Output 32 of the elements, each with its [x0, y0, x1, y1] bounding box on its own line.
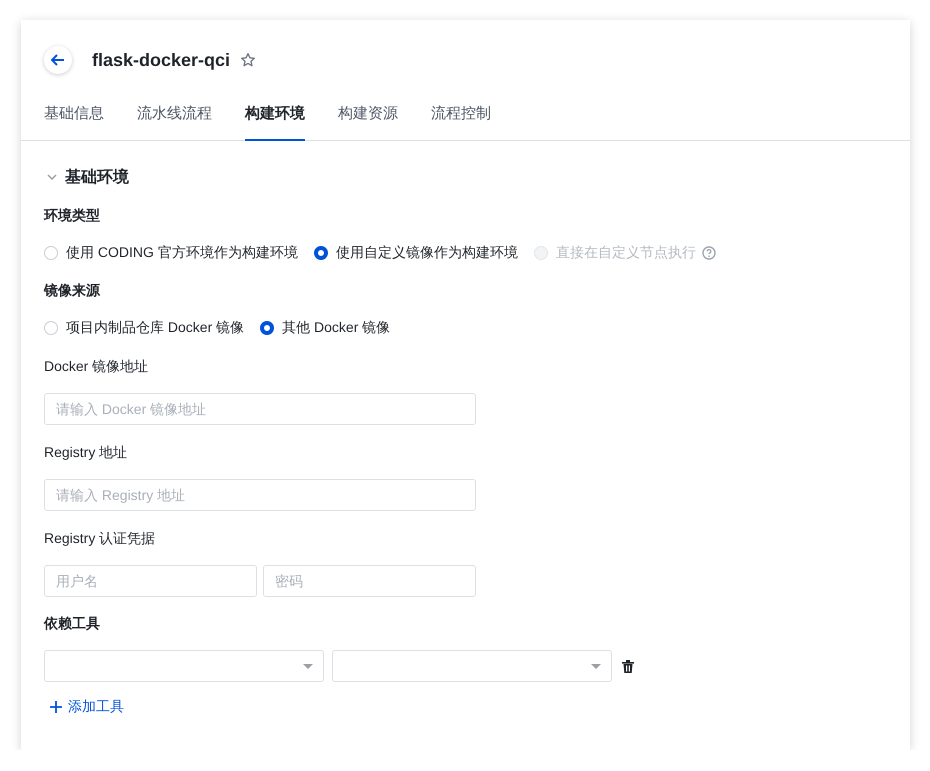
input-field[interactable]: 密码	[263, 565, 476, 597]
input-field[interactable]: 用户名	[44, 565, 257, 597]
caret-icon	[591, 664, 601, 668]
field-label: Docker 镜像地址	[44, 357, 150, 376]
section-title: 基础环境	[65, 167, 129, 188]
tab[interactable]: 流程控制	[431, 97, 491, 141]
tab[interactable]: 构建资源	[338, 97, 398, 141]
radio-option[interactable]: 使用 CODING 官方环境作为构建环境	[44, 244, 298, 262]
input-field[interactable]: 请输入 Docker 镜像地址	[44, 393, 476, 425]
field-label: Registry 地址	[44, 443, 128, 462]
back-button[interactable]	[44, 46, 72, 74]
tab[interactable]: 构建环境	[245, 97, 305, 141]
field-label: 依赖工具	[44, 614, 101, 633]
chevron-icon[interactable]	[47, 174, 57, 180]
tab[interactable]: 流水线流程	[137, 97, 212, 141]
field-label: 镜像来源	[44, 281, 102, 300]
field-label: 环境类型	[44, 206, 101, 225]
input-field[interactable]: 请输入 Registry 地址	[44, 479, 476, 511]
arrow-icon	[51, 54, 65, 66]
tab[interactable]: 基础信息	[44, 97, 104, 141]
select-field[interactable]	[332, 650, 612, 682]
select-field[interactable]	[44, 650, 324, 682]
add-tool-button[interactable]: 添加工具	[44, 698, 124, 716]
caret-icon	[303, 664, 313, 668]
delete-icon[interactable]	[622, 660, 634, 672]
radio-option[interactable]: 项目内制品仓库 Docker 镜像	[44, 319, 244, 337]
plus-icon	[50, 701, 62, 713]
field-label: Registry 认证凭据	[44, 529, 156, 548]
page-title: flask-docker-qci	[92, 50, 230, 70]
radio-option[interactable]: 其他 Docker 镜像	[260, 319, 390, 337]
radio-option[interactable]: 使用自定义镜像作为构建环境	[314, 244, 518, 262]
star-icon[interactable]	[240, 52, 256, 68]
